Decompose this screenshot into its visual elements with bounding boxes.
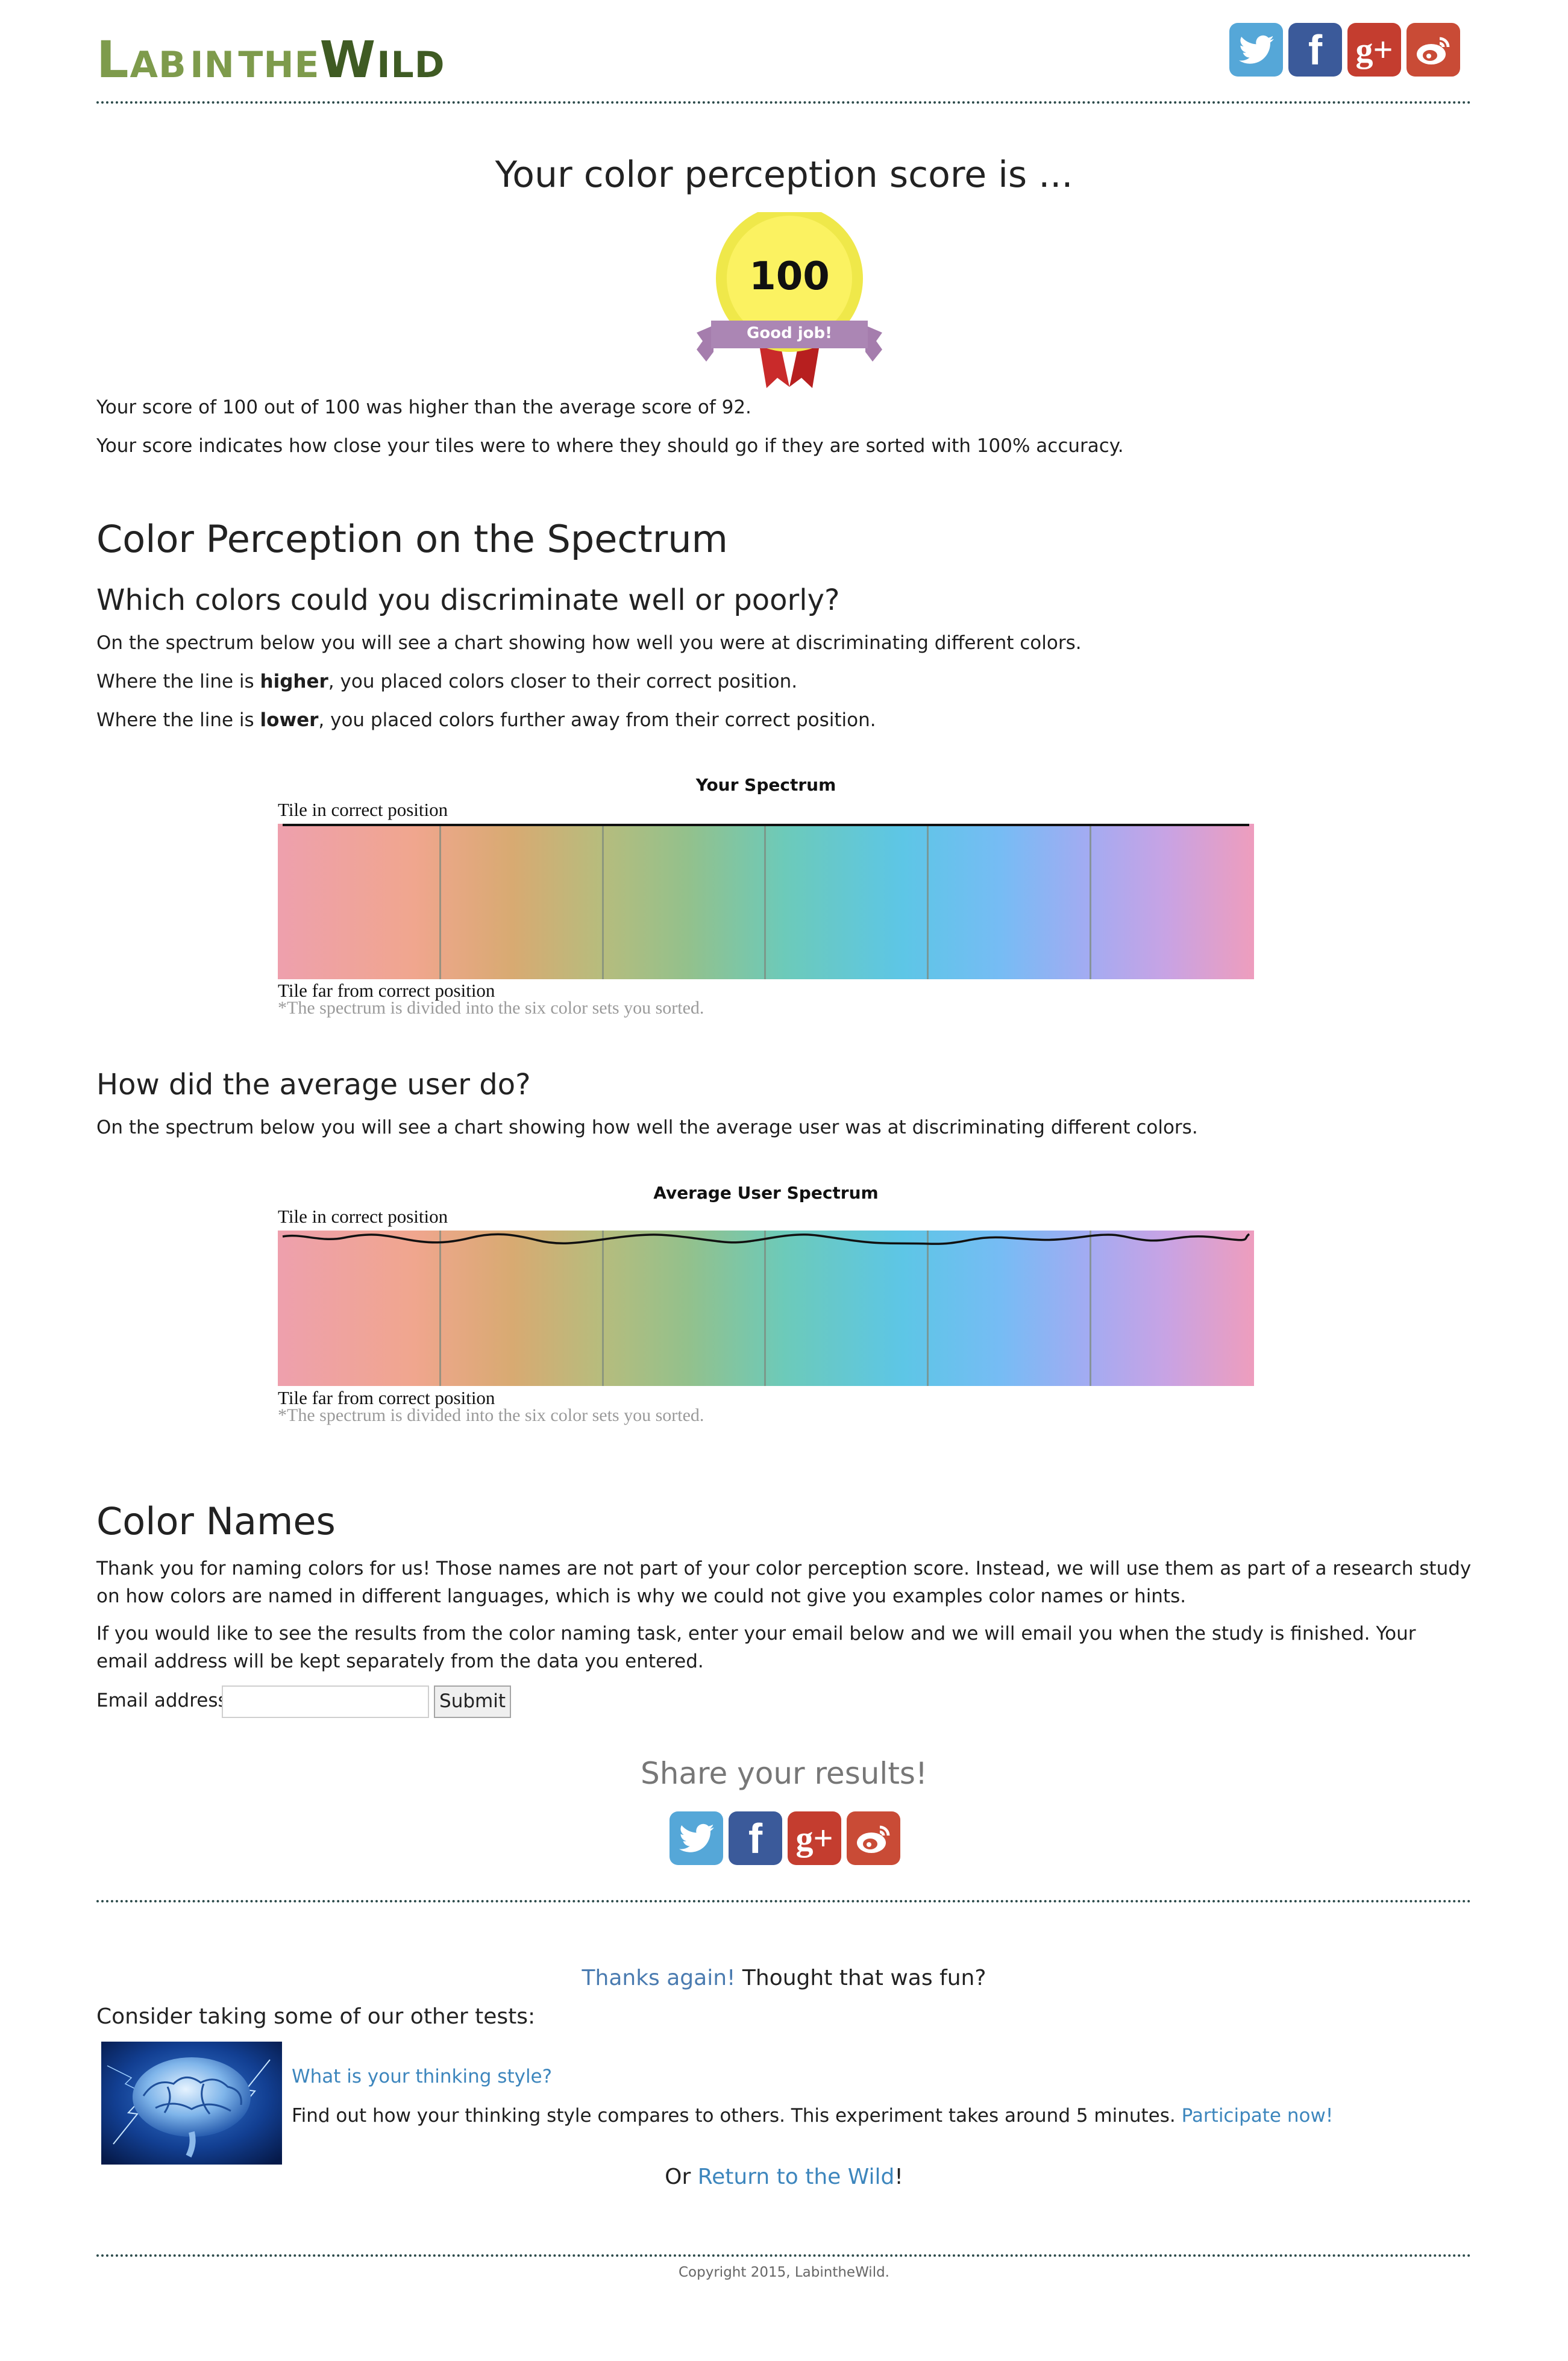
- page: LAB IN THEWILD f g+ Your color perceptio…: [96, 0, 1472, 2361]
- your-spectrum-title: Your Spectrum: [695, 775, 836, 795]
- or-text: Or: [665, 2165, 698, 2189]
- average-section-heading: How did the average user do?: [96, 1068, 531, 1102]
- email-label: Email address:: [96, 1690, 234, 1711]
- logo-letter: L: [96, 30, 130, 89]
- bold-word: higher: [260, 671, 328, 692]
- score-compare-text: Your score of 100 out of 100 was higher …: [96, 397, 751, 418]
- color-names-email-text: If you would like to see the results fro…: [96, 1623, 1416, 1672]
- set-divider: [927, 824, 929, 979]
- your-spectrum-note: *The spectrum is divided into the six co…: [278, 998, 704, 1018]
- participate-now-link[interactable]: Participate now!: [1182, 2105, 1334, 2127]
- score-value: 100: [749, 254, 830, 299]
- set-divider: [439, 824, 441, 979]
- thanks-link[interactable]: Thanks again!: [582, 1966, 736, 1990]
- set-divider: [764, 824, 766, 979]
- copyright: Copyright 2015, LabintheWild.: [679, 2265, 889, 2280]
- score-medal: 100 Good job!: [693, 205, 886, 393]
- your-score-line: [283, 824, 1249, 826]
- return-to-wild-link[interactable]: Return to the Wild: [698, 2165, 895, 2189]
- text-fragment: Where the line is: [96, 671, 260, 692]
- thinking-style-link[interactable]: What is your thinking style?: [292, 2066, 552, 2087]
- text-fragment: Where the line is: [96, 709, 260, 731]
- text-fragment: , you placed colors further away from th…: [318, 709, 876, 731]
- weibo-icon[interactable]: [847, 1811, 900, 1865]
- footer-divider: [96, 2254, 1472, 2257]
- share-title: Share your results!: [640, 1756, 928, 1791]
- spectrum-section-heading: Color Perception on the Spectrum: [96, 517, 728, 561]
- thanks-line: Thanks again! Thought that was fun?: [96, 1966, 1472, 1990]
- average-spectrum-top-label: Tile in correct position: [278, 1206, 448, 1227]
- google-plus-icon[interactable]: g+: [788, 1811, 841, 1865]
- text-fragment: , you placed colors closer to their corr…: [328, 671, 798, 692]
- logo-letter: IN: [190, 44, 235, 86]
- weibo-icon[interactable]: [1406, 23, 1460, 77]
- google-plus-icon[interactable]: g+: [1347, 23, 1401, 77]
- facebook-icon[interactable]: f: [1288, 23, 1342, 77]
- logo-letter: AB: [130, 44, 187, 86]
- average-spectrum-title: Average User Spectrum: [653, 1183, 879, 1203]
- exclamation: !: [894, 2165, 903, 2189]
- color-names-heading: Color Names: [96, 1499, 336, 1543]
- your-spectrum-top-label: Tile in correct position: [278, 799, 448, 820]
- average-spectrum-note: *The spectrum is divided into the six co…: [278, 1405, 704, 1425]
- description-text: Find out how your thinking style compare…: [292, 2105, 1182, 2127]
- return-line: Or Return to the Wild!: [96, 2165, 1472, 2189]
- logo-letter: ILD: [377, 44, 445, 86]
- average-intro-text: On the spectrum below you will see a cha…: [96, 1117, 1198, 1138]
- other-tests-label: Consider taking some of our other tests:: [96, 2004, 536, 2029]
- logo-letter: W: [319, 30, 377, 89]
- labinthewild-logo[interactable]: LAB IN THEWILD: [96, 30, 445, 89]
- thanks-text: Thought that was fun?: [735, 1966, 986, 1990]
- set-divider: [602, 824, 604, 979]
- score-explanation-text: Your score indicates how close your tile…: [96, 435, 1124, 457]
- twitter-icon[interactable]: [670, 1811, 723, 1865]
- header-divider: [96, 101, 1472, 104]
- your-spectrum-bar: [278, 824, 1254, 979]
- facebook-icon[interactable]: f: [729, 1811, 782, 1865]
- thinking-style-description: Find out how your thinking style compare…: [292, 2102, 1467, 2130]
- spectrum-intro-text: On the spectrum below you will see a cha…: [96, 632, 1082, 654]
- logo-letter: THE: [238, 44, 320, 86]
- spectrum-higher-text: Where the line is higher, you placed col…: [96, 668, 1472, 695]
- set-divider: [1090, 824, 1091, 979]
- spectrum-lower-text: Where the line is lower, you placed colo…: [96, 706, 1472, 734]
- spectrum-section-subheading: Which colors could you discriminate well…: [96, 583, 840, 617]
- color-names-intro-text: Thank you for naming colors for us! Thos…: [96, 1558, 1472, 1607]
- header-social-links: f g+: [1229, 23, 1460, 77]
- email-input[interactable]: [222, 1685, 429, 1718]
- average-score-line: [282, 1233, 1250, 1245]
- bold-word: lower: [260, 709, 319, 731]
- share-social-links: f g+: [670, 1811, 900, 1865]
- twitter-icon[interactable]: [1229, 23, 1283, 77]
- share-divider: [96, 1900, 1472, 1902]
- submit-button[interactable]: Submit: [434, 1685, 511, 1718]
- thinking-style-thumbnail[interactable]: [101, 2042, 282, 2165]
- score-title: Your color perception score is ...: [495, 154, 1073, 196]
- score-ribbon-text: Good job!: [747, 324, 832, 342]
- average-spectrum-bar: [278, 1231, 1254, 1386]
